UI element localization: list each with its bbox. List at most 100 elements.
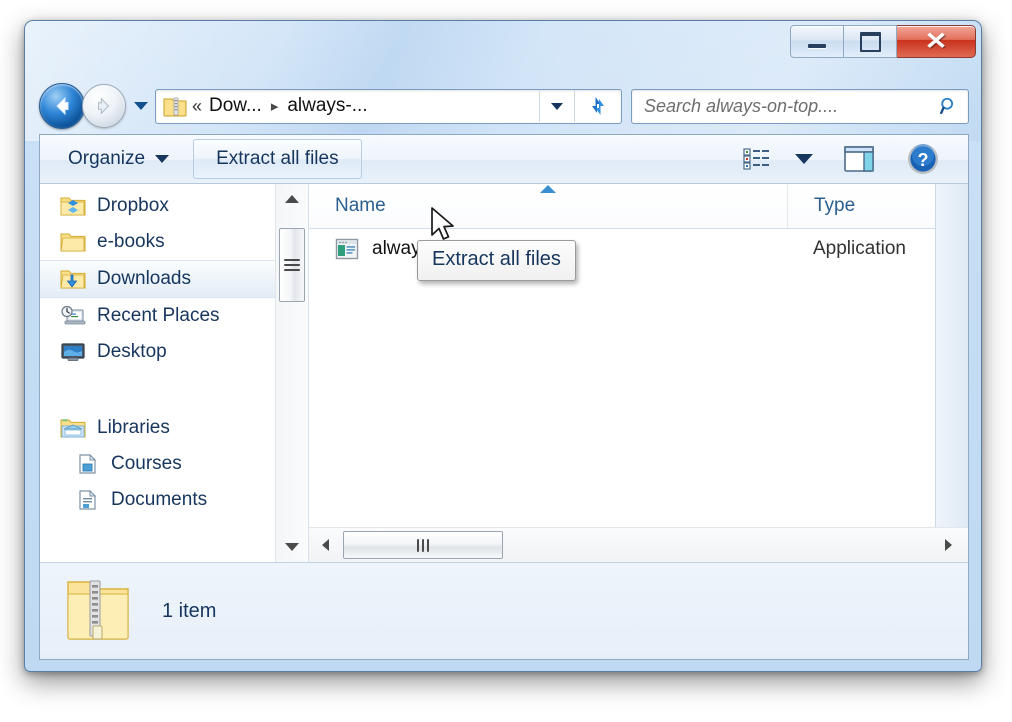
navigation-group-spacer <box>40 370 308 410</box>
sidebar-item-label: Courses <box>111 453 182 474</box>
search-input[interactable]: Search always-on-top.... <box>644 96 938 117</box>
documents-library-icon <box>79 489 97 510</box>
library-icon <box>79 453 97 474</box>
preview-pane-button[interactable] <box>824 140 894 178</box>
recent-places-icon <box>61 305 86 325</box>
chevron-up-icon <box>285 195 299 203</box>
column-header-label: Type <box>814 195 856 216</box>
breadcrumb[interactable]: « Dow... ▸ always-... <box>156 93 539 119</box>
breadcrumb-separator-0[interactable]: ▸ <box>262 97 288 115</box>
minimize-icon <box>808 44 826 48</box>
desktop-icon <box>61 343 85 361</box>
scroll-up-button[interactable] <box>276 184 308 214</box>
extract-all-files-label: Extract all files <box>216 148 339 169</box>
window-caption-buttons: ✕ <box>790 25 976 59</box>
libraries-icon <box>60 419 86 438</box>
sidebar-item-label: Documents <box>111 489 208 510</box>
maximize-button[interactable] <box>844 25 897 58</box>
help-icon: ? <box>908 144 938 174</box>
svg-text:?: ? <box>918 150 929 170</box>
tooltip-text: Extract all files <box>432 248 561 270</box>
sidebar-item-label: Libraries <box>97 417 170 438</box>
address-bar-row: « Dow... ▸ always-... Search always-on-t… <box>39 83 969 129</box>
forward-button[interactable] <box>82 84 126 128</box>
screenshot-root: ✕ « Dow... ▸ always-... Search always-on… <box>0 0 1012 722</box>
file-rows: always-on-top.exe Application <box>309 229 968 527</box>
column-header-row: Name Type <box>309 184 968 229</box>
command-toolbar: Organize Extract all files ? <box>40 135 968 184</box>
sidebar-item-label: Dropbox <box>97 195 169 216</box>
sidebar-item-recent-places[interactable]: Recent Places <box>40 298 308 334</box>
chevron-left-icon <box>322 539 329 551</box>
sidebar-item-label: Downloads <box>97 268 191 289</box>
address-dropdown-button[interactable] <box>539 90 574 122</box>
chevron-down-icon <box>551 102 563 110</box>
item-count-label: 1 item <box>162 599 217 622</box>
navigation-scrollbar[interactable] <box>275 184 308 562</box>
scrollbar-thumb[interactable] <box>279 228 305 302</box>
sidebar-item-e-books[interactable]: e-books <box>40 224 308 260</box>
chevron-down-icon <box>795 154 813 164</box>
sidebar-item-dropbox[interactable]: Dropbox <box>40 188 308 224</box>
sidebar-item-label: Desktop <box>97 341 167 362</box>
zip-folder-large-icon <box>67 580 129 640</box>
organize-label: Organize <box>68 148 146 169</box>
scrollbar-grip <box>417 538 429 552</box>
back-arrow-icon <box>56 96 69 116</box>
scroll-down-button[interactable] <box>276 532 308 562</box>
sidebar-item-courses[interactable]: Courses <box>40 446 308 482</box>
maximize-icon <box>859 31 881 52</box>
navigation-pane: Dropbox e-books Downloads Recent Places … <box>40 184 309 562</box>
horizontal-scrollbar-thumb[interactable] <box>343 531 503 559</box>
scroll-right-button[interactable] <box>928 537 968 553</box>
mouse-cursor <box>431 207 454 240</box>
organize-button[interactable]: Organize <box>58 142 179 176</box>
column-header-name[interactable]: Name <box>309 184 787 228</box>
application-icon <box>335 238 359 260</box>
refresh-button[interactable] <box>574 90 621 122</box>
sort-ascending-icon <box>540 185 556 193</box>
toolbar-right-group: ? <box>730 140 968 178</box>
column-header-label: Name <box>335 195 386 216</box>
sidebar-item-documents[interactable]: Documents <box>40 482 308 518</box>
extract-all-files-button[interactable]: Extract all files <box>193 139 362 179</box>
search-icon <box>940 97 954 115</box>
folder-icon <box>60 233 86 252</box>
back-button[interactable] <box>39 83 85 129</box>
dropbox-folder-icon <box>60 197 86 216</box>
minimize-button[interactable] <box>790 25 844 58</box>
chevron-down-icon <box>285 543 299 551</box>
breadcrumb-item-1[interactable]: always-... <box>287 95 367 117</box>
help-button[interactable]: ? <box>894 140 952 178</box>
horizontal-scrollbar[interactable] <box>309 527 968 562</box>
chevron-right-icon <box>945 539 952 551</box>
preview-pane-icon <box>844 146 874 172</box>
view-options-dropdown[interactable] <box>784 140 824 178</box>
breadcrumb-item-0[interactable]: Dow... <box>209 95 262 117</box>
explorer-window: ✕ « Dow... ▸ always-... Search always-on… <box>24 20 982 672</box>
close-icon: ✕ <box>924 27 948 55</box>
close-button[interactable]: ✕ <box>897 25 976 58</box>
scrollbar-grip <box>284 256 300 274</box>
navigation-list: Dropbox e-books Downloads Recent Places … <box>40 184 308 518</box>
client-area: Organize Extract all files ? Dropbox e-b… <box>39 134 969 660</box>
file-list-pane: Name Type Application <box>309 184 968 562</box>
chevron-down-icon <box>155 155 170 163</box>
sidebar-item-libraries[interactable]: Libraries <box>40 410 308 446</box>
file-list-scrollbar[interactable] <box>935 184 968 528</box>
address-bar[interactable]: « Dow... ▸ always-... <box>155 88 622 124</box>
sidebar-item-downloads[interactable]: Downloads <box>40 260 308 298</box>
view-list-icon <box>743 148 769 170</box>
sidebar-item-label: e-books <box>97 231 165 252</box>
scroll-left-button[interactable] <box>309 537 343 553</box>
search-box[interactable]: Search always-on-top.... <box>631 88 969 124</box>
status-bar: 1 item <box>40 562 968 659</box>
sort-indicator <box>309 184 787 193</box>
view-options-button[interactable] <box>730 140 784 178</box>
zip-folder-icon <box>163 97 187 117</box>
breadcrumb-overflow[interactable]: « <box>188 96 209 117</box>
history-dropdown-button[interactable] <box>134 102 148 110</box>
table-row[interactable]: always-on-top.exe Application <box>309 229 968 269</box>
sidebar-item-desktop[interactable]: Desktop <box>40 334 308 370</box>
file-type-label: Application <box>813 238 906 259</box>
